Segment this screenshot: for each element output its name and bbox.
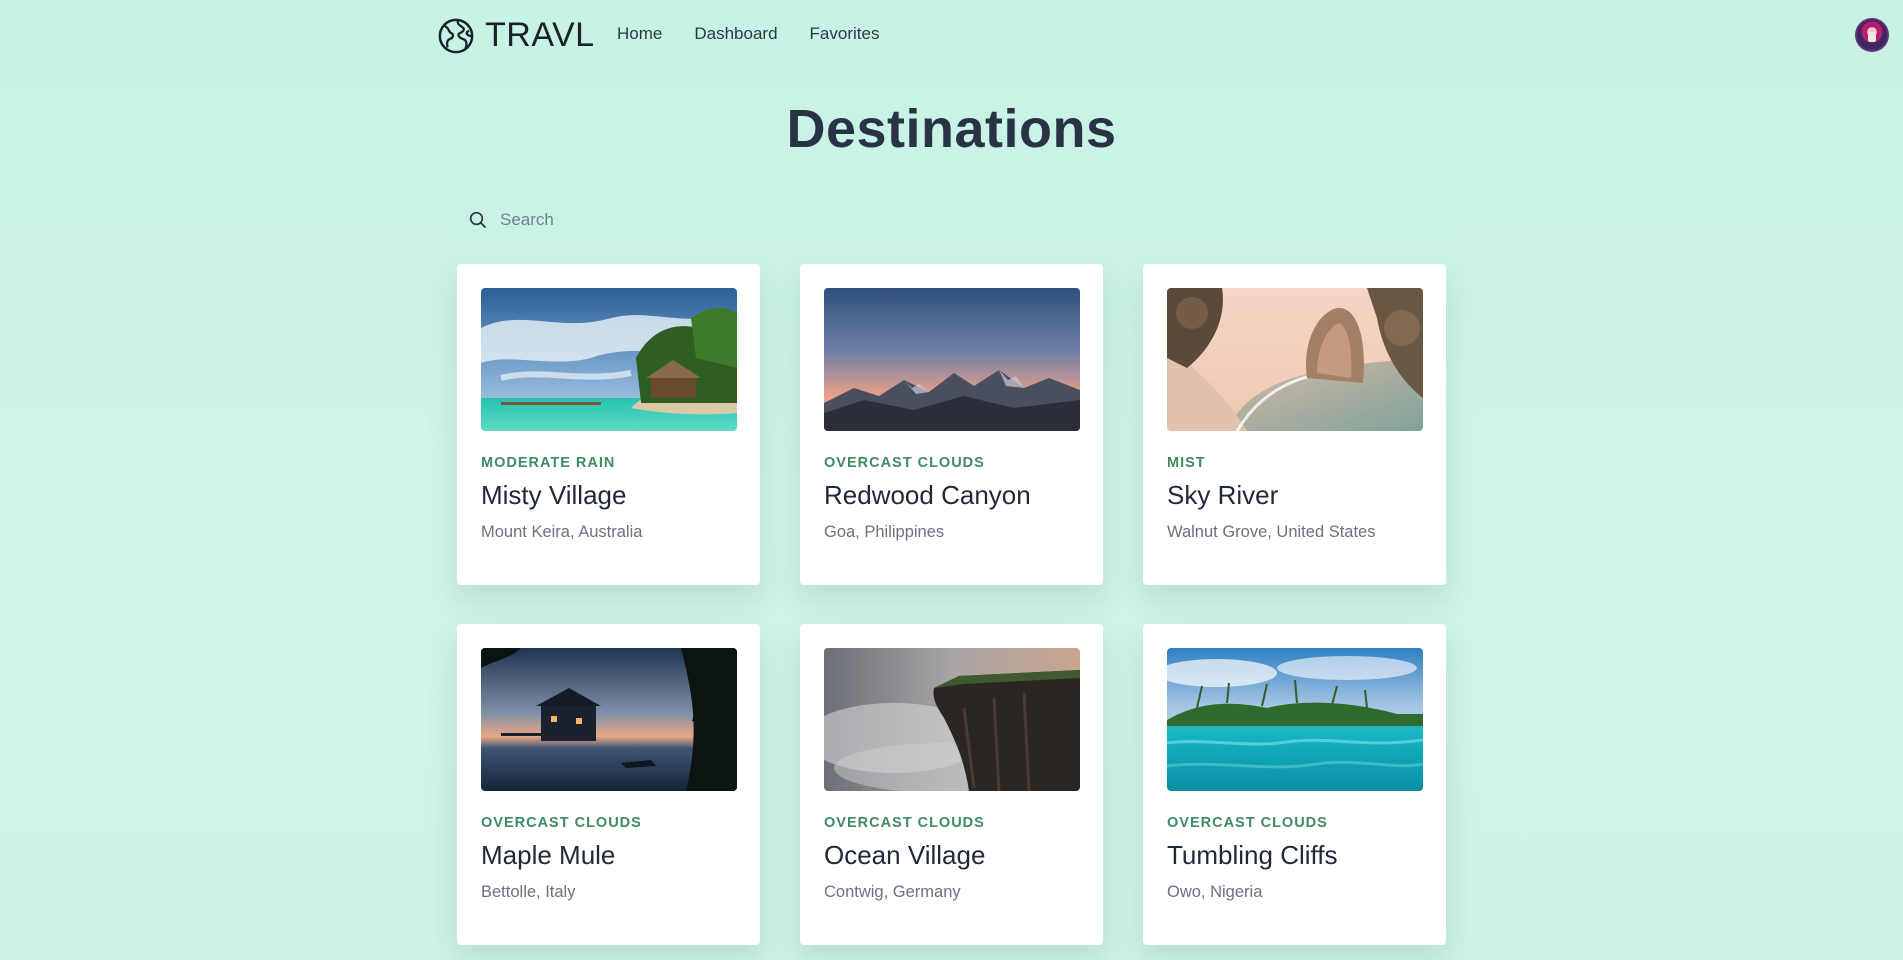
search-bar [456, 200, 1446, 240]
destination-image-stilt-house-dusk [481, 648, 737, 791]
destination-image-cove-beach-rock [1167, 288, 1423, 431]
destination-name: Redwood Canyon [824, 480, 1031, 510]
destination-card[interactable]: OVERCAST CLOUDS Tumbling Cliffs Owo, Nig… [1143, 624, 1446, 945]
destination-image-mountain-range-sunset [824, 288, 1080, 431]
destination-location: Walnut Grove, United States [1167, 523, 1376, 541]
destination-image-turquoise-island [1167, 648, 1423, 791]
weather-label: OVERCAST CLOUDS [1167, 815, 1328, 831]
page-title: Destinations [786, 99, 1117, 159]
weather-label: MIST [1167, 455, 1206, 471]
destination-card[interactable]: MODERATE RAIN Misty Village Mount Keira,… [457, 264, 760, 585]
nav-link-favorites[interactable]: Favorites [810, 24, 880, 44]
destination-image-foggy-cliff [824, 648, 1080, 791]
destination-name: Tumbling Cliffs [1167, 840, 1338, 870]
top-navbar: TRAVL Home Dashboard Favorites [0, 0, 1903, 70]
user-avatar[interactable] [1855, 18, 1889, 52]
destination-location: Goa, Philippines [824, 523, 945, 541]
main-nav: Home Dashboard Favorites [617, 24, 879, 44]
logo[interactable]: TRAVL [437, 16, 595, 55]
weather-label: MODERATE RAIN [481, 455, 616, 471]
destination-name: Ocean Village [824, 840, 986, 870]
destination-name: Maple Mule [481, 840, 616, 870]
destination-name: Misty Village [481, 480, 627, 510]
nav-link-home[interactable]: Home [617, 24, 662, 44]
destination-location: Mount Keira, Australia [481, 523, 643, 541]
destination-card[interactable]: OVERCAST CLOUDS Maple Mule Bettolle, Ita… [457, 624, 760, 945]
nav-link-dashboard[interactable]: Dashboard [694, 24, 777, 44]
weather-label: OVERCAST CLOUDS [824, 455, 985, 471]
weather-label: OVERCAST CLOUDS [481, 815, 642, 831]
globe-icon [438, 18, 474, 53]
search-input[interactable] [500, 210, 1400, 230]
logo-text: TRAVL [485, 16, 595, 54]
destination-card[interactable]: OVERCAST CLOUDS Redwood Canyon Goa, Phil… [800, 264, 1103, 585]
destination-card[interactable]: MIST Sky River Walnut Grove, United Stat… [1143, 264, 1446, 585]
destination-grid: MODERATE RAIN Misty Village Mount Keira,… [457, 264, 1446, 945]
search-icon [469, 211, 486, 228]
destination-location: Contwig, Germany [824, 883, 961, 901]
destination-location: Bettolle, Italy [481, 883, 576, 901]
destination-name: Sky River [1167, 480, 1279, 510]
destination-card[interactable]: OVERCAST CLOUDS Ocean Village Contwig, G… [800, 624, 1103, 945]
destination-image-tropical-beach-hut [481, 288, 737, 431]
weather-label: OVERCAST CLOUDS [824, 815, 985, 831]
destination-location: Owo, Nigeria [1167, 883, 1263, 901]
